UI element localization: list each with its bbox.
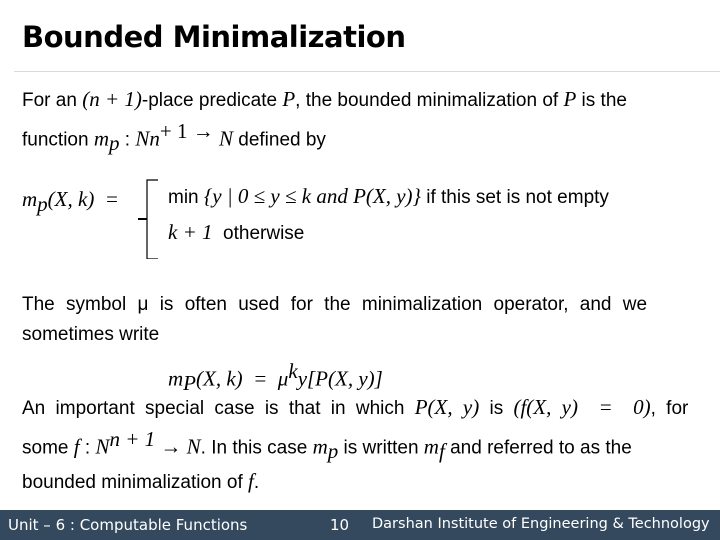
para3-line3: bounded minimalization of f. <box>22 466 700 498</box>
text: is the <box>576 90 627 111</box>
math: {y | 0 ≤ y ≤ k and P(X, y)} <box>203 184 421 208</box>
special-case-paragraph: An important special case is that in whi… <box>22 392 700 498</box>
math-sub: p <box>37 191 48 216</box>
text: , for <box>650 398 689 419</box>
text: . <box>253 472 260 494</box>
definition-paragraph: For an (n + 1)-place predicate P, the bo… <box>22 84 700 158</box>
math: → N <box>155 434 201 459</box>
text: : <box>79 437 96 459</box>
text: defined by <box>232 129 326 151</box>
math: Nn <box>135 126 160 151</box>
math: N <box>95 434 110 459</box>
text: . In this case <box>200 437 313 459</box>
math: (n + 1) <box>82 87 142 111</box>
footer-bar: Unit – 6 : Computable Functions 10 Darsh… <box>0 510 720 540</box>
case-brace-icon <box>138 179 158 259</box>
text: , the bounded minimalization of <box>295 90 564 111</box>
math: P <box>563 87 577 111</box>
title-divider <box>14 71 720 72</box>
math-sup: n + 1 <box>109 427 156 451</box>
text: min <box>168 187 204 208</box>
text: is <box>479 398 514 419</box>
math-sub: p <box>109 131 120 156</box>
math-sup: + 1 → <box>159 119 214 143</box>
math: P <box>282 87 296 111</box>
text: if this set is not empty <box>420 187 609 208</box>
text: For an <box>22 90 83 111</box>
case-1: min {y | 0 ≤ y ≤ k and P(X, y)} if this … <box>168 184 609 209</box>
math: y[P(X, y)] <box>297 366 383 391</box>
case-2: k + 1 otherwise <box>168 220 304 245</box>
math: m <box>93 126 109 151</box>
text: is written <box>338 437 424 459</box>
math-sub: p <box>327 439 339 464</box>
math: k + 1 <box>168 220 213 244</box>
para3-line1: An important special case is that in whi… <box>22 392 700 424</box>
math: (X, k) = <box>47 187 119 211</box>
para1-line1: For an (n + 1)-place predicate P, the bo… <box>22 84 700 116</box>
text: -place predicate <box>141 90 283 111</box>
text: function <box>22 129 94 151</box>
para2-line1: The symbol μ is often used for the minim… <box>22 294 648 315</box>
page-number: 10 <box>330 516 350 534</box>
para3-line2: some f : Nn + 1 → N. In this case mp is … <box>22 424 700 466</box>
text: and referred to as the <box>444 437 632 459</box>
footer-unit: Unit – 6 : Computable Functions <box>8 516 248 534</box>
para1-line2: function mp : Nn+ 1 → N defined by <box>22 116 700 158</box>
math: N <box>213 126 233 151</box>
math: (X, k) = μ <box>196 366 289 391</box>
text: some <box>22 437 74 459</box>
para2-line2: sometimes write <box>22 324 160 345</box>
text: : <box>119 129 136 151</box>
math-sup: k <box>288 359 298 383</box>
mu-paragraph: The symbol μ is often used for the minim… <box>22 290 700 350</box>
math: (f(X, y) = 0) <box>513 395 651 419</box>
math: m <box>168 366 184 391</box>
math: m <box>22 187 38 211</box>
footer-institute: Darshan Institute of Engineering & Techn… <box>372 516 710 532</box>
slide-title: Bounded Minimalization <box>22 20 406 54</box>
text: bounded minimalization of <box>22 472 249 494</box>
math: m <box>423 434 439 459</box>
text: An important special case is that in whi… <box>22 398 415 419</box>
math: m <box>312 434 328 459</box>
text: otherwise <box>212 223 305 244</box>
math: P(X, y) <box>414 395 480 419</box>
